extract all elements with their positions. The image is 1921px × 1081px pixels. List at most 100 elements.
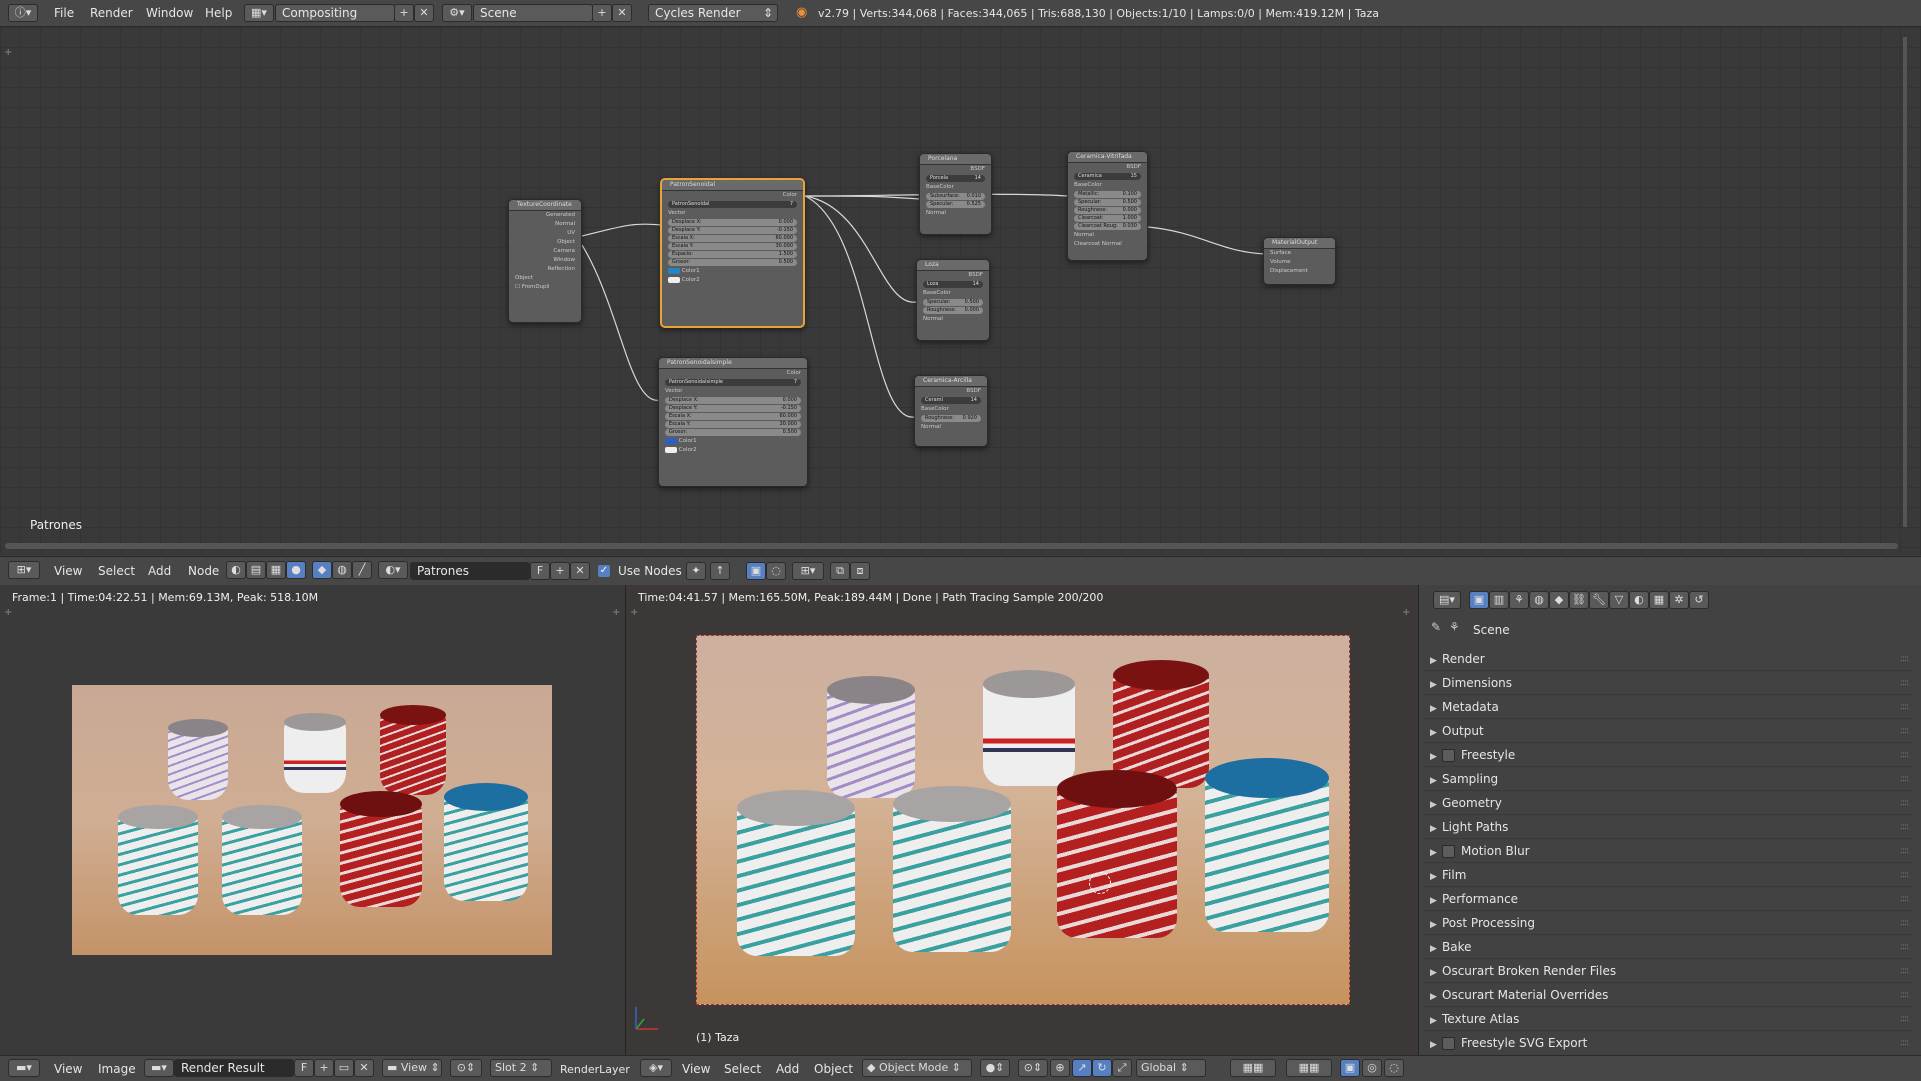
object-tab-icon[interactable]: ◆: [1549, 591, 1569, 609]
snap-icon[interactable]: ◌: [1384, 1059, 1404, 1077]
material-datablock[interactable]: Porcela 14: [926, 175, 985, 182]
snap-element-icon[interactable]: ⊞▾: [792, 562, 824, 580]
view-mode-select[interactable]: ▬ View ⇕: [382, 1059, 442, 1077]
menu-view[interactable]: View: [54, 564, 82, 578]
material-datablock[interactable]: Loza 14: [923, 281, 983, 288]
object-icon[interactable]: ◆: [312, 561, 332, 579]
physics-tab-icon[interactable]: ↺: [1689, 591, 1709, 609]
fromdupli-checkbox[interactable]: ☐ FromDupli: [509, 283, 581, 292]
panel-film[interactable]: ▶ Film::::: [1422, 864, 1912, 887]
proportional-icon[interactable]: ◎: [1362, 1059, 1382, 1077]
mode-select[interactable]: ◆ Object Mode ⇕: [862, 1059, 972, 1077]
layers-icon[interactable]: ▦▦: [1286, 1059, 1332, 1077]
node-ceramica-arcilla[interactable]: Ceramica-Arcilla BSDF Ceramí 14 BaseColor…: [914, 375, 988, 447]
object-field[interactable]: Object: [509, 274, 581, 283]
material-tab-icon[interactable]: ◐: [1629, 591, 1649, 609]
add-image-button[interactable]: +: [314, 1059, 334, 1077]
nodegroup-datablock[interactable]: PatronSenoidalsimple 7: [665, 379, 801, 386]
paste-nodes-icon[interactable]: ⧈: [850, 562, 870, 580]
menu-select[interactable]: Select: [724, 1062, 761, 1076]
field-desplace-y[interactable]: Desplace Y: -0.150: [665, 405, 801, 412]
shader-nodes-icon[interactable]: ◐: [226, 561, 246, 579]
menu-object[interactable]: Object: [814, 1062, 853, 1076]
fake-user-button[interactable]: F: [530, 562, 550, 580]
field-desplace-y[interactable]: Desplace Y: -0.150: [668, 227, 797, 234]
material-name-field[interactable]: Patrones: [410, 562, 530, 580]
backdrop-icon[interactable]: ▣: [746, 562, 766, 580]
panel-performance[interactable]: ▶ Performance::::: [1422, 888, 1912, 911]
color2-swatch[interactable]: Color2: [662, 276, 803, 285]
menu-image[interactable]: Image: [98, 1062, 136, 1076]
menu-window[interactable]: Window: [146, 6, 193, 20]
field-specular[interactable]: Specular: 0.500: [1074, 199, 1141, 206]
rotate-icon[interactable]: ↻: [1092, 1059, 1112, 1077]
menu-view[interactable]: View: [682, 1062, 710, 1076]
render-engine-select[interactable]: Cycles Render ⇕: [648, 4, 778, 22]
field-grosor[interactable]: Grosor: 0.500: [668, 259, 797, 266]
screen-layout-field[interactable]: Compositing: [275, 4, 395, 22]
menu-view[interactable]: View: [54, 1062, 82, 1076]
field-metallic[interactable]: Metallic: 0.100: [1074, 191, 1141, 198]
field-roughness[interactable]: Roughness: 0.000: [1074, 207, 1141, 214]
field-specular[interactable]: Specular: 0.525: [926, 201, 985, 208]
menu-add[interactable]: Add: [776, 1062, 799, 1076]
copy-nodes-icon[interactable]: ⧉: [830, 562, 850, 580]
field-roughness[interactable]: Roughness: 0.000: [923, 307, 983, 314]
panel-freestyle-svg-export[interactable]: ▶ Freestyle SVG Export::::: [1422, 1032, 1912, 1054]
slot-select[interactable]: Slot 2 ⇕: [490, 1059, 552, 1077]
editor-type-icon[interactable]: ⊞▾: [8, 561, 40, 579]
constraints-tab-icon[interactable]: ⛓: [1569, 591, 1589, 609]
fake-user-button[interactable]: F: [294, 1059, 314, 1077]
render-tab-icon[interactable]: ▣: [1469, 591, 1489, 609]
add-scene-button[interactable]: +: [592, 4, 612, 22]
panel-sampling[interactable]: ▶ Sampling::::: [1422, 768, 1912, 791]
field-escala-x[interactable]: Escala X: 60.000: [665, 413, 801, 420]
panel-output[interactable]: ▶ Output::::: [1422, 720, 1912, 743]
field-specular[interactable]: Specular: 0.500: [923, 299, 983, 306]
panel-light-paths[interactable]: ▶ Light Paths::::: [1422, 816, 1912, 839]
region-plus-icon[interactable]: +: [4, 607, 12, 618]
remove-image-button[interactable]: ✕: [354, 1059, 374, 1077]
menu-help[interactable]: Help: [205, 6, 232, 20]
material-datablock[interactable]: Ceramica 15: [1074, 173, 1141, 180]
menu-file[interactable]: File: [54, 6, 74, 20]
pivot-icon[interactable]: ⊙⇕: [450, 1059, 482, 1077]
open-image-button[interactable]: ▭: [334, 1059, 354, 1077]
region-plus-icon[interactable]: +: [1402, 607, 1410, 618]
panel-texture-atlas[interactable]: ▶ Texture Atlas::::: [1422, 1008, 1912, 1031]
color1-swatch[interactable]: Color1: [662, 267, 803, 276]
field-roughness[interactable]: Roughness: 0.920: [921, 415, 981, 422]
texture-nodes-icon[interactable]: ▦: [266, 561, 286, 579]
pivot-icon[interactable]: ⊙⇕: [1018, 1059, 1048, 1077]
editor-type-icon[interactable]: ▤▾: [1433, 591, 1461, 609]
remove-screen-button[interactable]: ✕: [414, 4, 434, 22]
layers-icon[interactable]: ▦▦: [1230, 1059, 1276, 1077]
panel-geometry[interactable]: ▶ Geometry::::: [1422, 792, 1912, 815]
material-datablock[interactable]: Ceramí 14: [921, 397, 981, 404]
world-tab-icon[interactable]: ◍: [1529, 591, 1549, 609]
render-layers-tab-icon[interactable]: ▥: [1489, 591, 1509, 609]
field-desplace-x[interactable]: Desplace X: 0.000: [665, 397, 801, 404]
3d-viewport[interactable]: Time:04:41.57 | Mem:165.50M, Peak:189.44…: [626, 585, 1417, 1055]
node-patron-senoidal[interactable]: PatronSenoidal Color PatronSenoidal 7 Vec…: [660, 178, 805, 328]
node-ceramica-vitrificada[interactable]: Ceramica-Vitrifada BSDF Ceramica 15 BaseC…: [1067, 151, 1148, 261]
nodegroup-datablock[interactable]: PatronSenoidal 7: [668, 201, 797, 208]
add-screen-button[interactable]: +: [394, 4, 414, 22]
color1-swatch[interactable]: Color1: [659, 437, 807, 446]
field-espacio[interactable]: Espacio: 1.500: [668, 251, 797, 258]
panel-bake[interactable]: ▶ Bake::::: [1422, 936, 1912, 959]
scene-tab-icon[interactable]: ⚘: [1509, 591, 1529, 609]
node-porcelana[interactable]: Porcelana BSDF Porcela 14 BaseColor Subsu…: [919, 153, 992, 235]
go-parent-icon[interactable]: ↑: [710, 562, 730, 580]
node-editor-canvas[interactable]: TextureCoordinate Generated Normal UV Ob…: [0, 27, 1921, 555]
menu-render[interactable]: Render: [90, 6, 133, 20]
scale-icon[interactable]: ⤢: [1112, 1059, 1132, 1077]
material-browse-icon[interactable]: ◐▾: [378, 561, 408, 579]
node-loza[interactable]: Loza BSDF Loza 14 BaseColor Specular: 0.50…: [916, 259, 990, 341]
screen-layout-icon[interactable]: ▦▾: [244, 4, 274, 22]
image-name-field[interactable]: Render Result: [174, 1059, 294, 1077]
panel-render[interactable]: ▶ Render::::: [1422, 648, 1912, 671]
field-escala-x[interactable]: Escala X: 60.000: [668, 235, 797, 242]
panel-freestyle[interactable]: ▶ Freestyle::::: [1422, 744, 1912, 767]
world-icon[interactable]: ◍: [332, 561, 352, 579]
